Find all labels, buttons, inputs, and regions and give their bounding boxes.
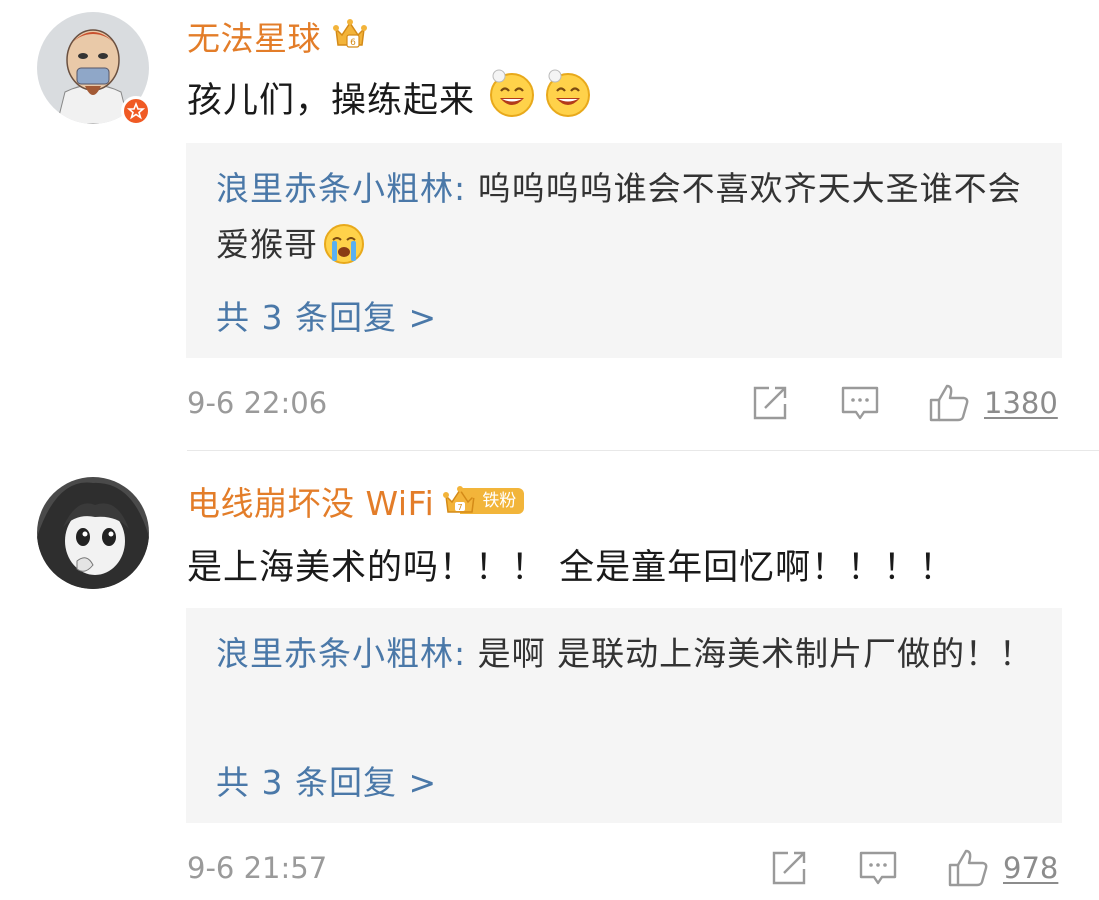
like-count[interactable]: 1380 xyxy=(984,386,1058,420)
svg-text:7: 7 xyxy=(458,503,463,512)
grin-emoji-icon xyxy=(487,68,537,127)
comment-text: 是上海美术的吗！！！ 全是童年回忆啊！！！！ xyxy=(187,537,955,591)
comment-icon xyxy=(841,386,879,420)
comment-button[interactable] xyxy=(858,849,898,889)
reply-username[interactable]: 浪里赤条小粗林: xyxy=(216,169,466,208)
avatar[interactable] xyxy=(37,477,149,589)
avatar-image xyxy=(37,477,149,589)
comment-icon xyxy=(859,851,897,885)
username-row: 电线崩坏没 WiFi 7 铁粉 xyxy=(187,477,525,525)
timestamp: 9-6 22:06 xyxy=(187,386,328,420)
crown-icon: 6 xyxy=(331,15,369,57)
like-count[interactable]: 978 xyxy=(1003,851,1058,885)
comment-content: 孩儿们，操练起来 xyxy=(187,80,476,121)
reply-text: 浪里赤条小粗林: 呜呜呜呜谁会不喜欢齐天大圣谁不会爱猴哥 xyxy=(216,161,1046,275)
view-replies-link[interactable]: 共 3 条回复 > xyxy=(216,756,437,804)
reply-content: 是啊 是联动上海美术制片厂做的！！ xyxy=(466,634,1034,673)
like-button[interactable]: 1380 xyxy=(928,382,1058,424)
view-replies-link[interactable]: 共 3 条回复 > xyxy=(216,291,437,339)
comment-divider xyxy=(187,450,1099,451)
reply-preview[interactable]: 浪里赤条小粗林: 是啊 是联动上海美术制片厂做的！！ 共 3 条回复 > xyxy=(186,608,1062,823)
comment-item: 电线崩坏没 WiFi 7 铁粉 是上海美术的吗！！！ 全是童年回忆啊！！！！ 浪… xyxy=(0,465,1099,900)
reply-text: 浪里赤条小粗林: 是啊 是联动上海美术制片厂做的！！ xyxy=(216,626,1046,682)
repost-button[interactable] xyxy=(770,849,808,887)
repost-icon xyxy=(772,851,806,885)
repost-icon xyxy=(753,386,787,420)
grin-emoji-icon xyxy=(543,68,593,127)
fan-badge: 7 铁粉 xyxy=(442,484,525,518)
username[interactable]: 电线崩坏没 WiFi xyxy=(187,477,434,525)
reply-preview[interactable]: 浪里赤条小粗林: 呜呜呜呜谁会不喜欢齐天大圣谁不会爱猴哥 共 3 条回复 > xyxy=(186,143,1062,358)
svg-text:6: 6 xyxy=(350,38,356,48)
like-icon xyxy=(948,849,988,887)
verified-badge-icon xyxy=(121,96,151,126)
comment-content: 是上海美术的吗！！！ 全是童年回忆啊！！！！ xyxy=(187,547,956,588)
timestamp: 9-6 21:57 xyxy=(187,851,328,885)
repost-button[interactable] xyxy=(751,384,789,422)
crown-icon: 7 xyxy=(443,486,478,513)
comment-button[interactable] xyxy=(840,384,880,424)
comment-text: 孩儿们，操练起来 xyxy=(187,68,593,127)
comment-item: 无法星球 6 孩儿们，操练起来 浪里赤条小粗林: 呜呜呜呜谁会不喜欢齐天大圣谁不… xyxy=(0,0,1099,450)
reply-username[interactable]: 浪里赤条小粗林: xyxy=(216,634,466,673)
username[interactable]: 无法星球 xyxy=(187,12,321,60)
like-icon xyxy=(929,384,969,422)
like-button[interactable]: 978 xyxy=(947,847,1058,889)
crying-emoji-icon xyxy=(322,219,366,275)
avatar[interactable] xyxy=(37,12,151,126)
username-row: 无法星球 6 xyxy=(187,14,369,58)
